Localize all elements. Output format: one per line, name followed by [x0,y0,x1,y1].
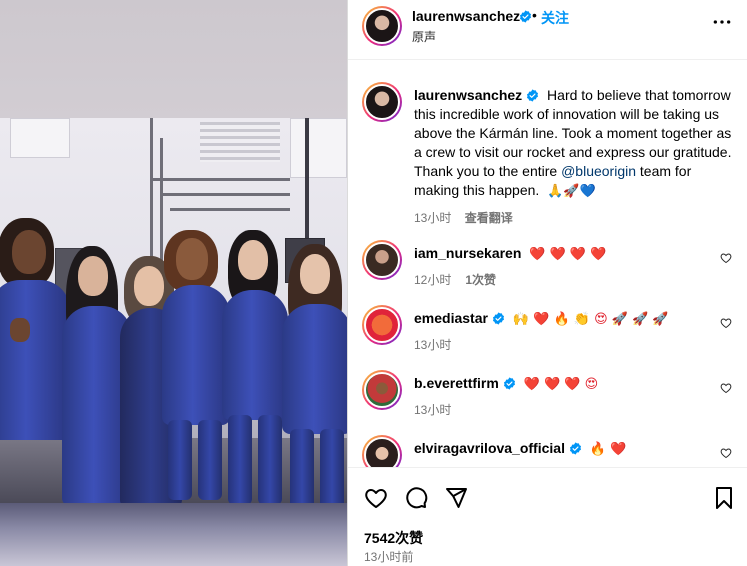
header-separator: • [532,7,537,23]
verified-badge-icon [569,442,581,455]
media-blur-top [0,0,347,118]
pipe [305,118,309,258]
bookmark-icon[interactable] [712,486,736,510]
caption-meta: 13小时 查看翻译 [414,209,739,228]
verified-badge-icon [527,89,539,102]
comment-text: 🙌 ❤️ 🔥 👏 😍 🚀 🚀 🚀 [512,312,669,327]
audio-label[interactable]: 原声 [412,28,436,45]
comment-time[interactable]: 13小时 [414,403,451,417]
post-actions: 7542次赞 13小时前 [348,467,747,566]
wall-vent [200,122,280,162]
pipe [170,208,290,211]
comment-meta: 13小时 [414,401,465,418]
comment-text: ❤️ ❤️ ❤️ 😍 [523,377,599,392]
comment-item: elviragavrilova_official 🔥 ❤️ [362,435,742,467]
caption-emojis: 🙏🚀💙 [547,184,596,199]
comment-time[interactable]: 12小时 [414,273,451,287]
like-comment-heart-icon[interactable] [720,447,732,459]
comment-text: ❤️ ❤️ ❤️ ❤️ [529,247,607,262]
post-dialog: laurenwsanchez • 关注 原声 laurenwsanchez Ha… [0,0,747,566]
comment-item: b.everettfirm ❤️ ❤️ ❤️ 😍 13小时 [362,370,742,430]
comment-meta: 12小时 1次赞 [414,271,496,288]
like-comment-heart-icon[interactable] [720,317,732,329]
commenter-avatar[interactable] [362,435,402,467]
wall-panel [10,118,70,158]
wall-panel [290,118,347,178]
comment-bubble-icon[interactable] [404,486,428,510]
comment-line: emediastar 🙌 ❤️ 🔥 👏 😍 🚀 🚀 🚀 [414,310,669,327]
pipe [160,193,290,196]
comment-line: b.everettfirm ❤️ ❤️ ❤️ 😍 [414,375,598,392]
like-heart-icon[interactable] [364,486,388,510]
caption-text: laurenwsanchez Hard to believe that tomo… [414,86,739,228]
author-username[interactable]: laurenwsanchez [412,8,520,24]
media-blur-bottom [0,503,347,566]
comment-item: emediastar 🙌 ❤️ 🔥 👏 😍 🚀 🚀 🚀 13小时 [362,305,742,365]
comment-meta: 13小时 [414,336,465,353]
comment-username[interactable]: emediastar [414,310,488,326]
see-translation-button[interactable]: 查看翻译 [465,211,513,225]
author-avatar[interactable] [362,6,402,46]
post-side-panel: laurenwsanchez • 关注 原声 laurenwsanchez Ha… [347,0,747,566]
post-photo [0,118,347,503]
comment-username[interactable]: b.everettfirm [414,375,499,391]
like-comment-heart-icon[interactable] [720,252,732,264]
pipe [150,118,153,268]
comment-likes[interactable]: 1次赞 [465,273,496,287]
commenter-avatar[interactable] [362,370,402,410]
comment-time[interactable]: 13小时 [414,338,451,352]
comments-list[interactable]: laurenwsanchez Hard to believe that tomo… [348,60,747,467]
comment-username[interactable]: elviragavrilova_official [414,440,565,456]
caption-avatar[interactable] [362,82,402,122]
share-send-icon[interactable] [444,486,468,510]
post-header: laurenwsanchez • 关注 原声 [348,0,747,60]
commenter-avatar[interactable] [362,240,402,280]
like-comment-heart-icon[interactable] [720,382,732,394]
caption-time[interactable]: 13小时 [414,211,451,225]
comment-item: iam_nursekaren ❤️ ❤️ ❤️ ❤️ 12小时 1次赞 [362,240,742,300]
follow-button[interactable]: 关注 [541,8,569,28]
verified-badge-icon [519,10,532,23]
caption-username[interactable]: laurenwsanchez [414,87,522,103]
commenter-avatar[interactable] [362,305,402,345]
verified-badge-icon [503,377,515,390]
likes-count[interactable]: 7542次赞 [364,528,423,548]
comment-text: 🔥 ❤️ [589,442,627,457]
mention-link[interactable]: @blueorigin [561,163,636,179]
pipe [160,138,163,268]
pipe [150,178,290,181]
post-time[interactable]: 13小时前 [364,548,413,565]
comment-username[interactable]: iam_nursekaren [414,245,521,261]
comment-line: elviragavrilova_official 🔥 ❤️ [414,440,626,457]
comment-line: iam_nursekaren ❤️ ❤️ ❤️ ❤️ [414,245,606,262]
post-media[interactable] [0,0,347,566]
more-options-icon[interactable] [712,12,732,32]
verified-badge-icon [492,312,504,325]
